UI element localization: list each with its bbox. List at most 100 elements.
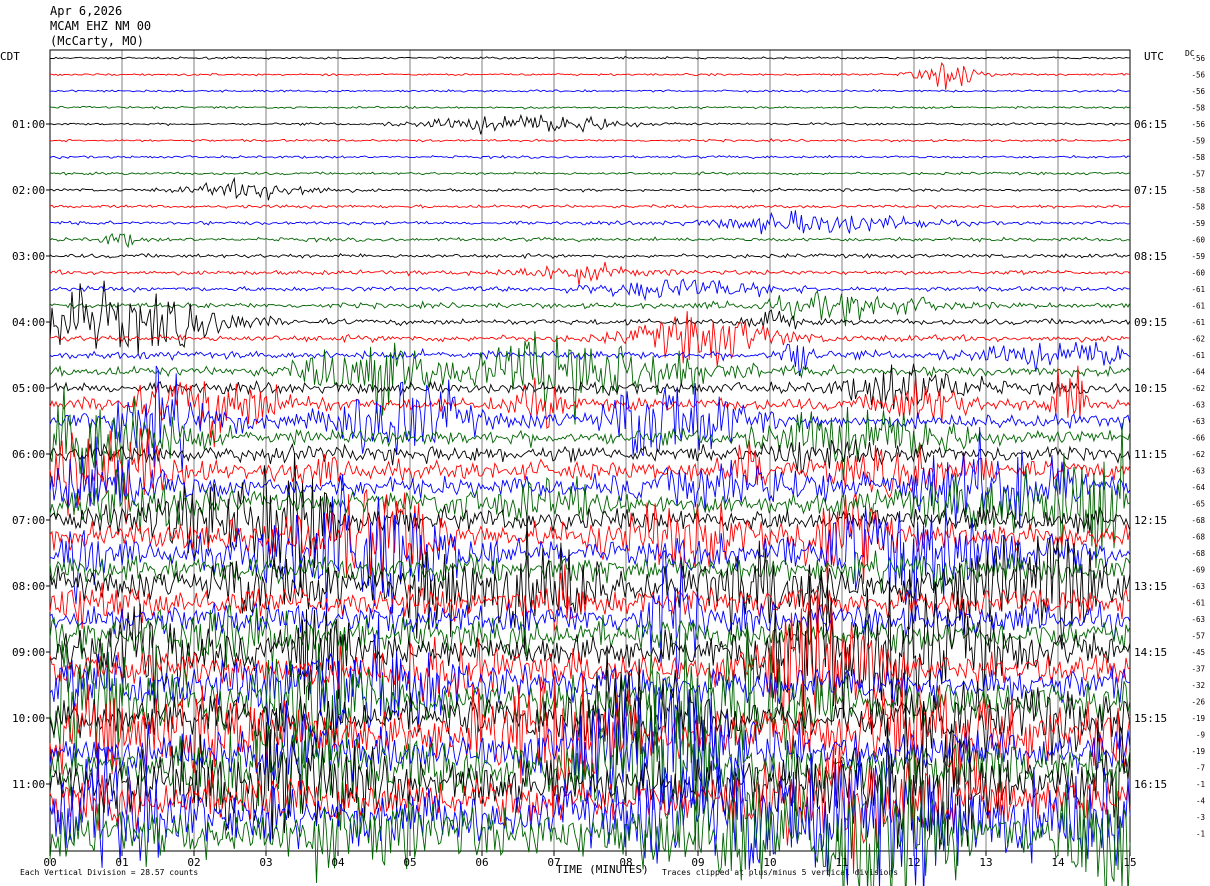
footer-scale-note: Each Vertical Division = 28.57 counts [20, 868, 198, 877]
utc-time-label: 11:15 [1134, 448, 1167, 461]
utc-time-label: 07:15 [1134, 184, 1167, 197]
dc-offset-label: -62 [1191, 450, 1205, 459]
cdt-time-label: 09:00 [12, 646, 45, 659]
dc-offset-label: -69 [1191, 566, 1205, 575]
dc-offset-label: -64 [1191, 483, 1205, 492]
trace-row-23 [49, 386, 1131, 481]
dc-offset-label: -4 [1196, 797, 1206, 806]
dc-offset-label: -57 [1191, 170, 1205, 179]
trace-row-14 [49, 278, 1131, 302]
x-tick-label: 15 [1123, 856, 1136, 869]
dc-offset-label: -59 [1191, 219, 1205, 228]
dc-offset-label: -56 [1191, 54, 1205, 63]
dc-offset-label: -37 [1191, 665, 1205, 674]
trace-row-4 [49, 113, 1131, 135]
x-tick-label: 14 [1051, 856, 1065, 869]
dc-offset-label: -61 [1191, 351, 1205, 360]
dc-offset-label: -63 [1191, 582, 1205, 591]
cdt-time-label: 06:00 [12, 448, 45, 461]
dc-offset-label: -65 [1191, 500, 1205, 509]
dc-offset-label: -68 [1191, 516, 1205, 525]
x-tick-label: 13 [979, 856, 992, 869]
x-tick-label: 01 [115, 856, 128, 869]
dc-offset-label: -63 [1191, 417, 1205, 426]
trace-row-20 [49, 363, 1131, 410]
trace-row-9 [49, 204, 1131, 210]
trace-row-13 [49, 261, 1131, 286]
trace-row-7 [49, 171, 1131, 176]
x-tick-label: 08 [619, 856, 632, 869]
dc-offset-label: -61 [1191, 302, 1205, 311]
trace-row-1 [50, 62, 1131, 90]
dc-offset-label: -1 [1196, 830, 1205, 839]
utc-time-label: 13:15 [1134, 580, 1167, 593]
trace-row-11 [49, 232, 1131, 249]
dc-offset-label: -58 [1191, 104, 1205, 113]
dc-offset-label: -32 [1191, 681, 1205, 690]
dc-offset-label: -63 [1191, 467, 1205, 476]
trace-row-35 [49, 605, 1131, 668]
trace-row-5 [49, 138, 1131, 143]
x-tick-label: 05 [403, 856, 416, 869]
trace-row-6 [49, 154, 1131, 160]
x-tick-label: 10 [763, 856, 776, 869]
utc-time-label: 06:15 [1134, 118, 1167, 131]
helicorder-chart: CDT UTC DC TIME (MINUTES) Each Vertical … [0, 49, 1206, 886]
cdt-time-label: 03:00 [12, 250, 45, 263]
dc-offset-label: -58 [1191, 186, 1205, 195]
dc-offset-label: -58 [1191, 203, 1205, 212]
trace-row-25 [49, 428, 1131, 525]
right-axis-title: UTC [1144, 50, 1164, 63]
dc-offset-label: -3 [1196, 813, 1205, 822]
cdt-time-label: 01:00 [12, 118, 45, 131]
x-axis-title: TIME (MINUTES) [556, 863, 649, 876]
x-tick-label: 11 [835, 856, 848, 869]
dc-offset-label: -62 [1191, 384, 1205, 393]
footer-clip-note: Traces clipped at plus/minus 5 vertical … [662, 868, 898, 877]
dc-offset-label: -59 [1191, 137, 1205, 146]
dc-offset-label: -26 [1191, 698, 1205, 707]
x-tick-label: 09 [691, 856, 704, 869]
left-axis-title: CDT [0, 50, 20, 63]
dc-offset-label: -63 [1191, 401, 1205, 410]
trace-row-3 [49, 105, 1131, 110]
dc-offset-label: -1 [1196, 780, 1205, 789]
dc-offset-label: -57 [1191, 632, 1205, 641]
dc-offset-label: -56 [1191, 120, 1205, 129]
cdt-time-label: 11:00 [12, 778, 45, 791]
dc-offset-label: -63 [1191, 615, 1205, 624]
utc-time-label: 16:15 [1134, 778, 1167, 791]
x-tick-label: 07 [547, 856, 560, 869]
dc-offset-label: -19 [1191, 747, 1205, 756]
dc-offset-label: -64 [1191, 368, 1205, 377]
grid-layer [49, 49, 1131, 856]
trace-row-22 [49, 365, 1131, 473]
utc-time-label: 08:15 [1134, 250, 1167, 263]
cdt-time-label: 05:00 [12, 382, 45, 395]
x-tick-label: 04 [331, 856, 345, 869]
dc-offset-label: -61 [1191, 285, 1205, 294]
trace-row-10 [49, 210, 1131, 235]
dc-offset-label: -60 [1191, 236, 1205, 245]
trace-row-8 [50, 176, 1131, 201]
utc-time-label: 12:15 [1134, 514, 1167, 527]
cdt-time-label: 08:00 [12, 580, 45, 593]
x-tick-label: 02 [187, 856, 200, 869]
utc-time-label: 09:15 [1134, 316, 1167, 329]
dc-offset-label: -61 [1191, 599, 1205, 608]
cdt-time-label: 10:00 [12, 712, 45, 725]
x-tick-label: 12 [907, 856, 920, 869]
x-tick-label: 06 [475, 856, 488, 869]
dc-offset-label: -58 [1191, 153, 1205, 162]
trace-row-27 [49, 422, 1131, 568]
dc-offset-label: -19 [1191, 714, 1205, 723]
dc-offset-label: -9 [1196, 731, 1205, 740]
dc-offset-label: -62 [1191, 335, 1205, 344]
cdt-time-label: 02:00 [12, 184, 45, 197]
dc-offset-label: -7 [1196, 764, 1205, 773]
dc-offset-label: -60 [1191, 269, 1205, 278]
trace-row-19 [49, 331, 1131, 425]
dc-offset-label: -56 [1191, 87, 1205, 96]
dc-offset-label: -56 [1191, 71, 1205, 80]
x-tick-label: 00 [43, 856, 56, 869]
